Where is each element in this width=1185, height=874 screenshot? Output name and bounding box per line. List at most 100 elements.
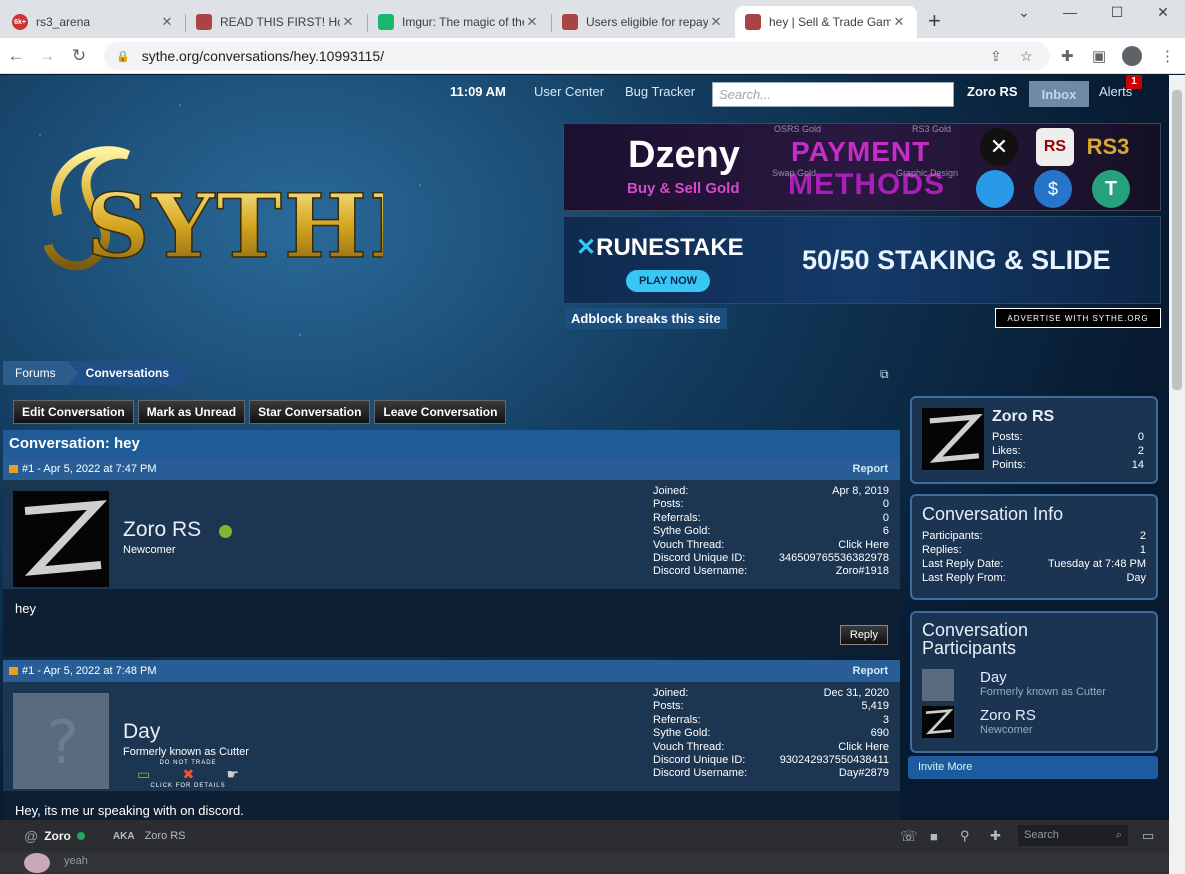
share-icon[interactable]: ⇪ — [990, 48, 1002, 65]
participant-title: Newcomer — [980, 724, 1033, 736]
external-link-icon[interactable]: ⧉ — [880, 367, 889, 382]
post-author-block: Zoro RS Newcomer Joined: Apr 8, 2019 Post… — [3, 480, 900, 589]
zoro-z-icon — [925, 709, 954, 735]
url-text[interactable]: sythe.org/conversations/hey.10993115/ — [142, 48, 384, 64]
report-link[interactable]: Report — [853, 665, 888, 677]
online-status-icon — [219, 525, 232, 538]
discord-username[interactable]: Zoro — [44, 829, 71, 843]
runestake-headline: 50/50 STAKING & SLIDE — [802, 245, 1111, 275]
extensions-puzzle-icon[interactable]: ✚ — [1061, 47, 1074, 65]
participant-avatar[interactable] — [922, 706, 954, 738]
red-x-icon: ✖ — [182, 766, 195, 782]
add-member-icon[interactable]: ✚ — [990, 828, 1001, 844]
maximize-icon[interactable]: ☐ — [1094, 0, 1140, 24]
alerts-count-badge: 1 — [1126, 75, 1142, 89]
browser-toolbar: ← → ↻ 🔒 sythe.org/conversations/hey.1099… — [0, 38, 1185, 74]
breadcrumb-conversations[interactable]: Conversations — [67, 361, 192, 385]
tab-imgur[interactable]: Imgur: The magic of the ✕ — [368, 6, 550, 38]
avatar[interactable]: ? — [13, 693, 109, 789]
scrollbar-thumb[interactable] — [1172, 90, 1182, 390]
participant-name[interactable]: Zoro RS — [980, 707, 1036, 724]
bug-tracker-link[interactable]: Bug Tracker — [625, 84, 695, 99]
video-icon[interactable]: ■ — [930, 829, 938, 844]
bookmark-star-icon[interactable]: ☆ — [1020, 48, 1033, 65]
author-name[interactable]: Zoro RS — [123, 518, 201, 542]
ad-headline-1: PAYMENT — [791, 136, 931, 167]
handshake-icon: ▭ — [137, 766, 151, 782]
post-message: hey Reply — [3, 589, 900, 657]
tab-users-eligible[interactable]: Users eligible for repay ✕ — [552, 6, 734, 38]
runestake-ad-banner[interactable]: ✕RUNESTAKE PLAY NOW 50/50 STAKING & SLID… — [563, 216, 1161, 304]
inbox-icon[interactable]: ▭ — [1142, 828, 1154, 844]
ad-brand: Dzeny — [628, 134, 740, 176]
aka-name: Zoro RS — [144, 830, 186, 842]
at-icon: @ — [24, 828, 39, 844]
reload-icon[interactable]: ↻ — [67, 44, 91, 68]
address-bar[interactable]: 🔒 sythe.org/conversations/hey.10993115/ … — [104, 42, 1050, 70]
leave-conversation-button[interactable]: Leave Conversation — [374, 400, 507, 424]
user-center-link[interactable]: User Center — [534, 84, 604, 99]
discord-search-input[interactable]: Search ⌕ — [1018, 825, 1128, 846]
tab-label: READ THIS FIRST! How — [220, 15, 340, 29]
invite-more-button[interactable]: Invite More — [908, 756, 1158, 779]
side-panel-icon[interactable]: ▣ — [1092, 47, 1106, 65]
advertise-link[interactable]: ADVERTISE WITH SYTHE.ORG — [995, 308, 1161, 328]
tab-bar: 6k+ rs3_arena ✕ READ THIS FIRST! How ✕ I… — [0, 0, 1185, 38]
zoro-z-icon — [929, 413, 983, 463]
minimize-icon[interactable]: — — [1047, 0, 1093, 24]
post-permalink[interactable]: #1 - Apr 5, 2022 at 7:48 PM — [22, 665, 157, 677]
participant-name[interactable]: Day — [980, 669, 1007, 686]
window-close-icon[interactable]: ✕ — [1140, 0, 1185, 24]
vouch-thread-link[interactable]: Click Here — [838, 741, 889, 754]
forward-arrow-icon[interactable]: → — [35, 44, 59, 68]
reply-button[interactable]: Reply — [839, 625, 888, 645]
ripple-icon — [976, 170, 1014, 208]
zoro-z-icon — [24, 500, 108, 576]
breadcrumb: Forums Conversations — [3, 361, 192, 385]
inbox-button[interactable]: Inbox — [1029, 81, 1089, 107]
post-permalink[interactable]: #1 - Apr 5, 2022 at 7:47 PM — [22, 463, 157, 475]
tab-read-this-first[interactable]: READ THIS FIRST! How ✕ — [186, 6, 366, 38]
avatar[interactable] — [922, 408, 984, 470]
report-link[interactable]: Report — [853, 463, 888, 475]
message-text: hey — [15, 601, 36, 616]
play-now-button[interactable]: PLAY NOW — [626, 270, 710, 292]
post-marker-icon — [9, 465, 18, 473]
ad-sub-rs3: RS3 Gold — [912, 124, 952, 134]
breadcrumb-forums[interactable]: Forums — [3, 361, 78, 385]
adblock-notice: Adblock breaks this site — [565, 308, 727, 329]
visitor-name[interactable]: Zoro RS — [992, 408, 1054, 426]
panel-title: Conversation Info — [922, 504, 1064, 524]
vouch-thread-link[interactable]: Click Here — [838, 539, 889, 552]
new-tab-plus-icon[interactable]: + — [928, 8, 941, 34]
participant-avatar[interactable] — [922, 669, 954, 701]
ad-sub-swap: Swap Gold — [772, 168, 817, 178]
avatar[interactable] — [13, 491, 109, 587]
tab-rs3-arena[interactable]: 6k+ rs3_arena ✕ — [2, 6, 185, 38]
username-link[interactable]: Zoro RS — [967, 84, 1018, 99]
close-icon[interactable]: ✕ — [159, 14, 175, 30]
pin-icon[interactable]: ⚲ — [960, 828, 970, 844]
conversation-main: Conversation: hey #1 - Apr 5, 2022 at 7:… — [3, 430, 900, 831]
mark-unread-button[interactable]: Mark as Unread — [137, 400, 246, 424]
close-icon[interactable]: ✕ — [891, 14, 907, 30]
author-name[interactable]: Day — [123, 720, 160, 744]
avatar — [24, 853, 50, 873]
call-icon[interactable]: ☏ — [900, 828, 918, 845]
close-icon[interactable]: ✕ — [708, 14, 724, 30]
tab-hey-active[interactable]: hey | Sell & Trade Gam ✕ — [735, 6, 917, 38]
close-icon[interactable]: ✕ — [524, 14, 540, 30]
edit-conversation-button[interactable]: Edit Conversation — [13, 400, 134, 424]
participants-panel: Conversation Participants Day Formerly kn… — [910, 611, 1158, 753]
sythe-logo[interactable]: SYTHE — [38, 135, 383, 285]
back-arrow-icon[interactable]: ← — [4, 44, 28, 68]
chevron-down-icon[interactable]: ⌄ — [1001, 0, 1047, 24]
star-conversation-button[interactable]: Star Conversation — [249, 400, 371, 424]
tab-label: rs3_arena — [36, 15, 91, 29]
search-input[interactable]: Search... — [712, 82, 954, 107]
post-author-block: ? Day Formerly known as Cutter DO NOT TR… — [3, 682, 900, 791]
kebab-menu-icon[interactable]: ⋮ — [1160, 47, 1175, 65]
dzeny-ad-banner[interactable]: Dzeny Buy & Sell Gold PAYMENT METHODS OS… — [563, 123, 1161, 211]
close-icon[interactable]: ✕ — [340, 14, 356, 30]
profile-avatar-icon[interactable] — [1122, 46, 1142, 66]
